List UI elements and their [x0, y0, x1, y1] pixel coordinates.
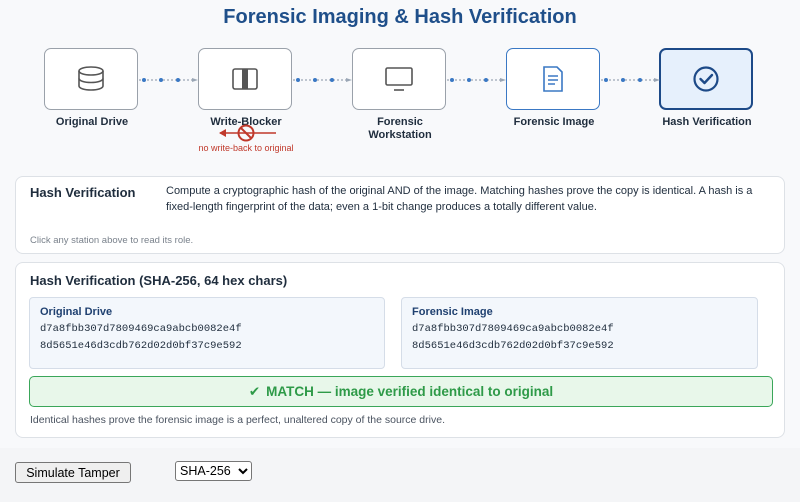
station-forensic-image[interactable] — [506, 48, 600, 110]
info-description: Compute a cryptographic hash of the orig… — [166, 185, 753, 213]
image-hash-line-2: 8d5651e46d3cdb762d02d0bf37c9e592 — [412, 340, 614, 352]
hash-algorithm-select[interactable]: SHA-256 — [175, 461, 252, 481]
connector-2 — [293, 78, 352, 82]
station-label-hash-verification: Hash Verification — [662, 116, 752, 128]
pipeline-area: Forensic Imaging & Hash Verification Ori… — [0, 0, 800, 448]
connector-3 — [447, 78, 506, 82]
connector-1 — [139, 78, 198, 82]
station-forensic-workstation[interactable] — [352, 48, 446, 110]
original-hash-label: Original Drive — [40, 306, 113, 318]
station-hash-verification[interactable] — [659, 48, 753, 110]
station-original-drive[interactable] — [44, 48, 138, 110]
check-circle-icon — [693, 66, 719, 92]
image-hash-label: Forensic Image — [412, 306, 493, 318]
match-banner: ✔ MATCH — image verified identical to or… — [29, 376, 773, 407]
drive-icon — [78, 66, 104, 91]
write-blocker-note: no write-back to original — [198, 143, 294, 153]
match-text: MATCH — image verified identical to orig… — [266, 384, 554, 399]
checkmark-icon: ✔ — [248, 383, 261, 399]
page-title: Forensic Imaging & Hash Verification — [223, 6, 577, 28]
blocked-write-back-icon — [219, 124, 276, 142]
station-label-original-drive: Original Drive — [55, 116, 129, 128]
connector-4 — [601, 78, 660, 82]
hash-footer-note: Identical hashes prove the forensic imag… — [30, 414, 445, 426]
hash-verification-panel: Hash Verification (SHA-256, 64 hex chars… — [15, 262, 785, 438]
write-blocker-icon — [232, 68, 258, 90]
station-label-forensic-workstation: Forensic Workstation — [368, 116, 432, 141]
image-hash-line-1: d7a8fbb307d7809469ca9abcb0082e4f — [412, 323, 614, 335]
document-icon — [543, 66, 563, 92]
original-hash-line-2: 8d5651e46d3cdb762d02d0bf37c9e592 — [40, 340, 242, 352]
monitor-icon — [385, 67, 413, 91]
info-hint: Click any station above to read its role… — [30, 235, 194, 246]
original-hash-box: Original Drive d7a8fbb307d7809469ca9abcb… — [29, 297, 385, 369]
hash-panel-title: Hash Verification (SHA-256, 64 hex chars… — [30, 273, 288, 288]
station-write-blocker[interactable] — [198, 48, 292, 110]
station-label-forensic-image: Forensic Image — [513, 116, 595, 128]
image-hash-box: Forensic Image d7a8fbb307d7809469ca9abcb… — [401, 297, 758, 369]
original-hash-line-1: d7a8fbb307d7809469ca9abcb0082e4f — [40, 323, 242, 335]
info-title: Hash Verification — [30, 185, 136, 200]
station-info-panel: Hash Verification Compute a cryptographi… — [15, 176, 785, 254]
simulate-tamper-button[interactable]: Simulate Tamper — [15, 462, 131, 483]
